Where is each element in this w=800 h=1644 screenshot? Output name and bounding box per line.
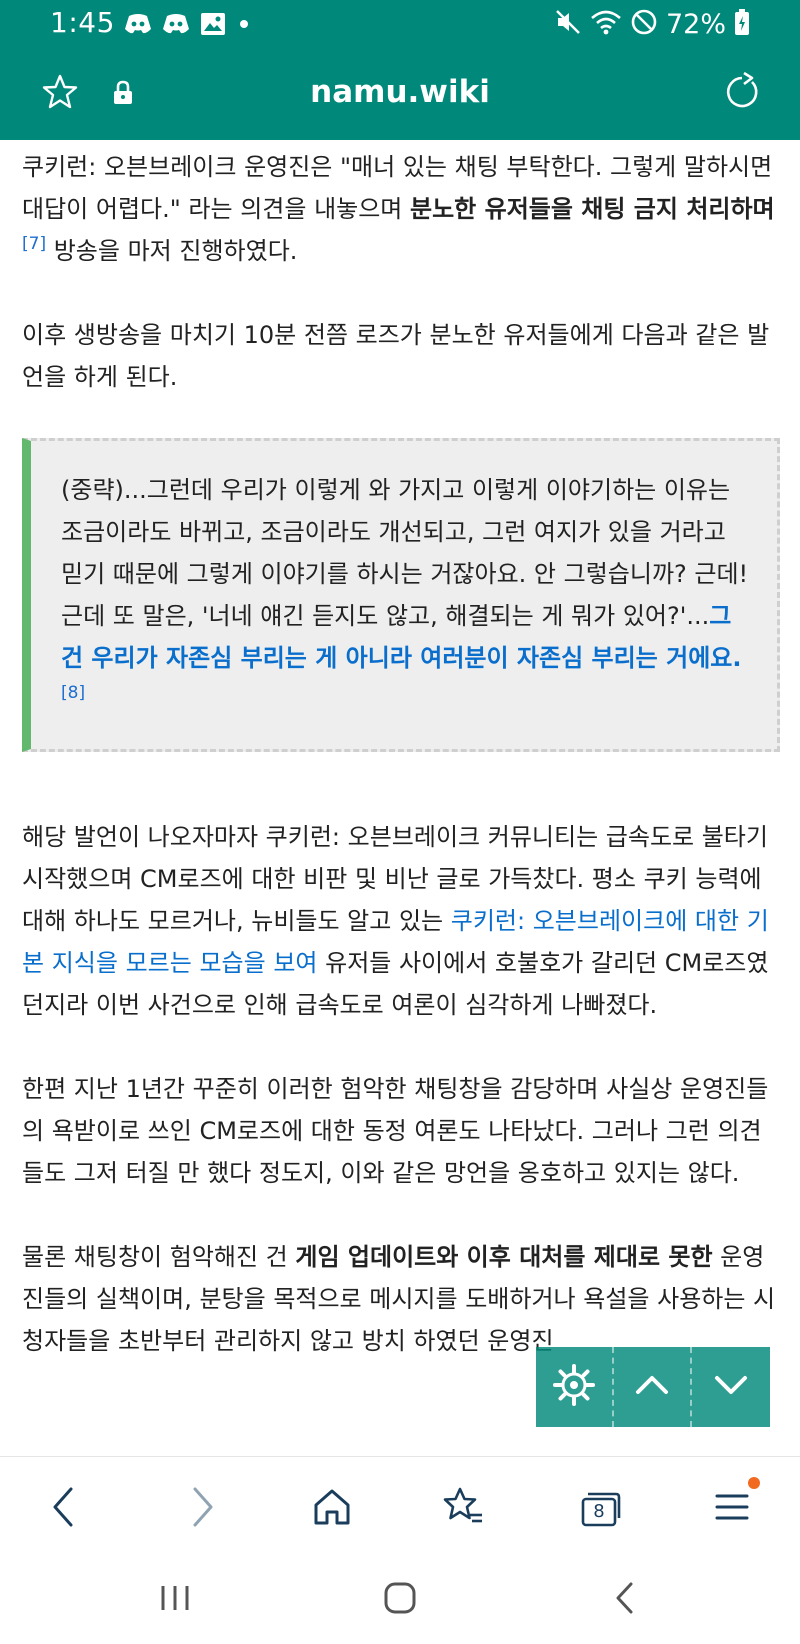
system-back-button[interactable]	[600, 1578, 650, 1622]
battery-icon	[734, 8, 750, 40]
reload-icon[interactable]	[722, 71, 762, 116]
home-icon	[312, 1487, 352, 1531]
system-home-button[interactable]	[375, 1578, 425, 1622]
dot-icon	[236, 12, 252, 36]
battery-percent: 72%	[665, 8, 726, 40]
text: 방송을 마저 진행하였다.	[46, 237, 298, 265]
forward-button[interactable]	[176, 1485, 228, 1533]
wifi-icon	[590, 8, 622, 40]
back-icon	[49, 1485, 79, 1533]
scroll-down-button[interactable]	[692, 1347, 770, 1427]
status-time: 1:45	[50, 6, 115, 39]
bookmarks-icon	[442, 1486, 486, 1532]
image-icon	[200, 12, 226, 36]
chevron-up-icon	[632, 1365, 672, 1409]
quote-text: (중략)...그런데 우리가 이렇게 와 가지고 이렇게 이야기하는 이유는 조…	[61, 476, 749, 630]
url-text[interactable]: namu.wiki	[0, 74, 800, 110]
system-back-icon	[612, 1580, 638, 1620]
notification-dot	[748, 1477, 760, 1489]
home-button-icon	[382, 1580, 418, 1620]
gear-icon	[552, 1363, 596, 1411]
text: 물론 채팅창이 험악해진 건	[22, 1243, 296, 1271]
floating-toolbar	[536, 1347, 770, 1427]
browser-bottom-nav: 8	[0, 1456, 800, 1556]
forward-icon	[187, 1485, 217, 1533]
chevron-down-icon	[711, 1365, 751, 1409]
block-icon	[630, 8, 658, 40]
footnote-7[interactable]: [7]	[22, 234, 46, 254]
recents-button[interactable]	[150, 1578, 200, 1622]
bold-text: 게임 업데이트와 이후 대처를 제대로 못한	[295, 1243, 713, 1271]
paragraph-5: 물론 채팅창이 험악해진 건 게임 업데이트와 이후 대처를 제대로 못한 운영…	[22, 1236, 780, 1362]
tabs-count: 8	[593, 1501, 605, 1522]
bold-text: 분노한 유저들을 채팅 금지 처리하며	[410, 195, 775, 223]
browser-header: 1:45 72% namu.wiki	[0, 0, 800, 140]
settings-button[interactable]	[536, 1347, 614, 1427]
mute-icon	[554, 8, 582, 40]
paragraph-2: 이후 생방송을 마치기 10분 전쯤 로즈가 분노한 유저들에게 다음과 같은 …	[22, 321, 770, 391]
back-button[interactable]	[38, 1485, 90, 1533]
discord-icon	[124, 13, 152, 35]
paragraph-3: 해당 발언이 나오자마자 쿠키런: 오븐브레이크 커뮤니티는 급속도로 불타기 …	[22, 816, 780, 1026]
scroll-up-button[interactable]	[614, 1347, 692, 1427]
notification-icons	[124, 8, 252, 40]
footnote-8[interactable]: [8]	[61, 683, 85, 703]
paragraph-1: 쿠키런: 오븐브레이크 운영진은 "매너 있는 채팅 부탁한다. 그렇게 말하시…	[22, 146, 780, 272]
recents-icon	[157, 1582, 193, 1618]
status-bar: 1:45 72%	[0, 0, 800, 48]
address-bar: namu.wiki	[0, 60, 800, 130]
article-content: 쿠키런: 오븐브레이크 운영진은 "매너 있는 채팅 부탁한다. 그렇게 말하시…	[22, 140, 780, 1456]
tabs-icon: 8	[579, 1490, 621, 1528]
system-indicators: 72%	[554, 6, 750, 42]
tabs-button[interactable]: 8	[574, 1485, 626, 1533]
bookmarks-button[interactable]	[438, 1485, 490, 1533]
menu-icon	[714, 1490, 750, 1528]
system-navigation-bar	[0, 1556, 800, 1644]
blockquote: (중략)...그런데 우리가 이렇게 와 가지고 이렇게 이야기하는 이유는 조…	[22, 438, 780, 752]
home-button[interactable]	[306, 1485, 358, 1533]
menu-button[interactable]	[706, 1477, 760, 1533]
paragraph-4: 한편 지난 1년간 꾸준히 이러한 험악한 채팅창을 감당하며 사실상 운영진들…	[22, 1075, 769, 1187]
discord-icon	[162, 13, 190, 35]
